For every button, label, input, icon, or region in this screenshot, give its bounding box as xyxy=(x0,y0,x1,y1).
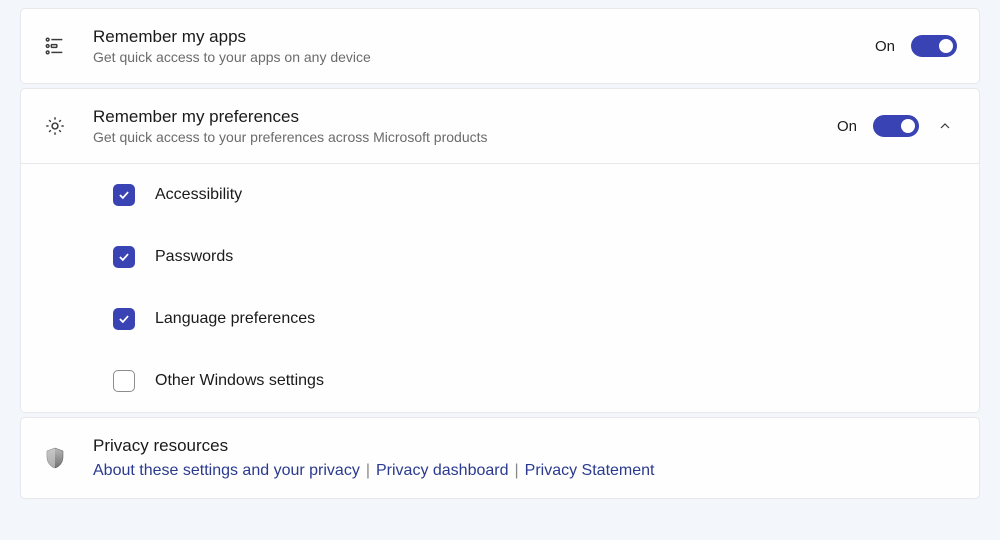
separator: | xyxy=(515,462,519,479)
remember-apps-title: Remember my apps xyxy=(93,27,875,47)
pref-language-checkbox[interactable] xyxy=(113,308,135,330)
remember-prefs-desc: Get quick access to your preferences acr… xyxy=(93,129,837,145)
pref-language-label: Language preferences xyxy=(155,310,315,328)
remember-prefs-row: Remember my preferences Get quick access… xyxy=(21,89,979,163)
pref-accessibility-checkbox[interactable] xyxy=(113,184,135,206)
pref-item-language: Language preferences xyxy=(21,288,979,350)
remember-apps-toggle[interactable] xyxy=(911,35,957,57)
pref-passwords-checkbox[interactable] xyxy=(113,246,135,268)
apps-list-icon xyxy=(43,34,67,58)
privacy-resources-row: Privacy resources About these settings a… xyxy=(21,418,979,498)
privacy-resources-card: Privacy resources About these settings a… xyxy=(20,417,980,499)
separator: | xyxy=(366,462,370,479)
privacy-resources-texts: Privacy resources About these settings a… xyxy=(93,436,957,480)
remember-prefs-toggle[interactable] xyxy=(873,115,919,137)
remember-apps-status: On xyxy=(875,38,895,55)
privacy-resources-title: Privacy resources xyxy=(93,436,957,456)
shield-icon xyxy=(43,446,67,470)
pref-item-passwords: Passwords xyxy=(21,226,979,288)
privacy-statement-link[interactable]: Privacy Statement xyxy=(525,462,655,479)
gear-icon xyxy=(43,114,67,138)
privacy-dashboard-link[interactable]: Privacy dashboard xyxy=(376,462,509,479)
pref-item-accessibility: Accessibility xyxy=(21,163,979,226)
remember-prefs-texts: Remember my preferences Get quick access… xyxy=(93,107,837,145)
privacy-about-link[interactable]: About these settings and your privacy xyxy=(93,462,360,479)
remember-apps-card: Remember my apps Get quick access to you… xyxy=(20,8,980,84)
expand-collapse-button[interactable] xyxy=(933,114,957,138)
remember-apps-row: Remember my apps Get quick access to you… xyxy=(21,9,979,83)
privacy-links: About these settings and your privacy | Pr… xyxy=(93,462,957,480)
remember-prefs-card: Remember my preferences Get quick access… xyxy=(20,88,980,413)
remember-prefs-status: On xyxy=(837,118,857,135)
pref-other-checkbox[interactable] xyxy=(113,370,135,392)
pref-other-label: Other Windows settings xyxy=(155,372,324,390)
remember-prefs-title: Remember my preferences xyxy=(93,107,837,127)
pref-item-other: Other Windows settings xyxy=(21,350,979,412)
remember-apps-desc: Get quick access to your apps on any dev… xyxy=(93,49,875,65)
pref-accessibility-label: Accessibility xyxy=(155,186,242,204)
remember-apps-texts: Remember my apps Get quick access to you… xyxy=(93,27,875,65)
pref-passwords-label: Passwords xyxy=(155,248,233,266)
